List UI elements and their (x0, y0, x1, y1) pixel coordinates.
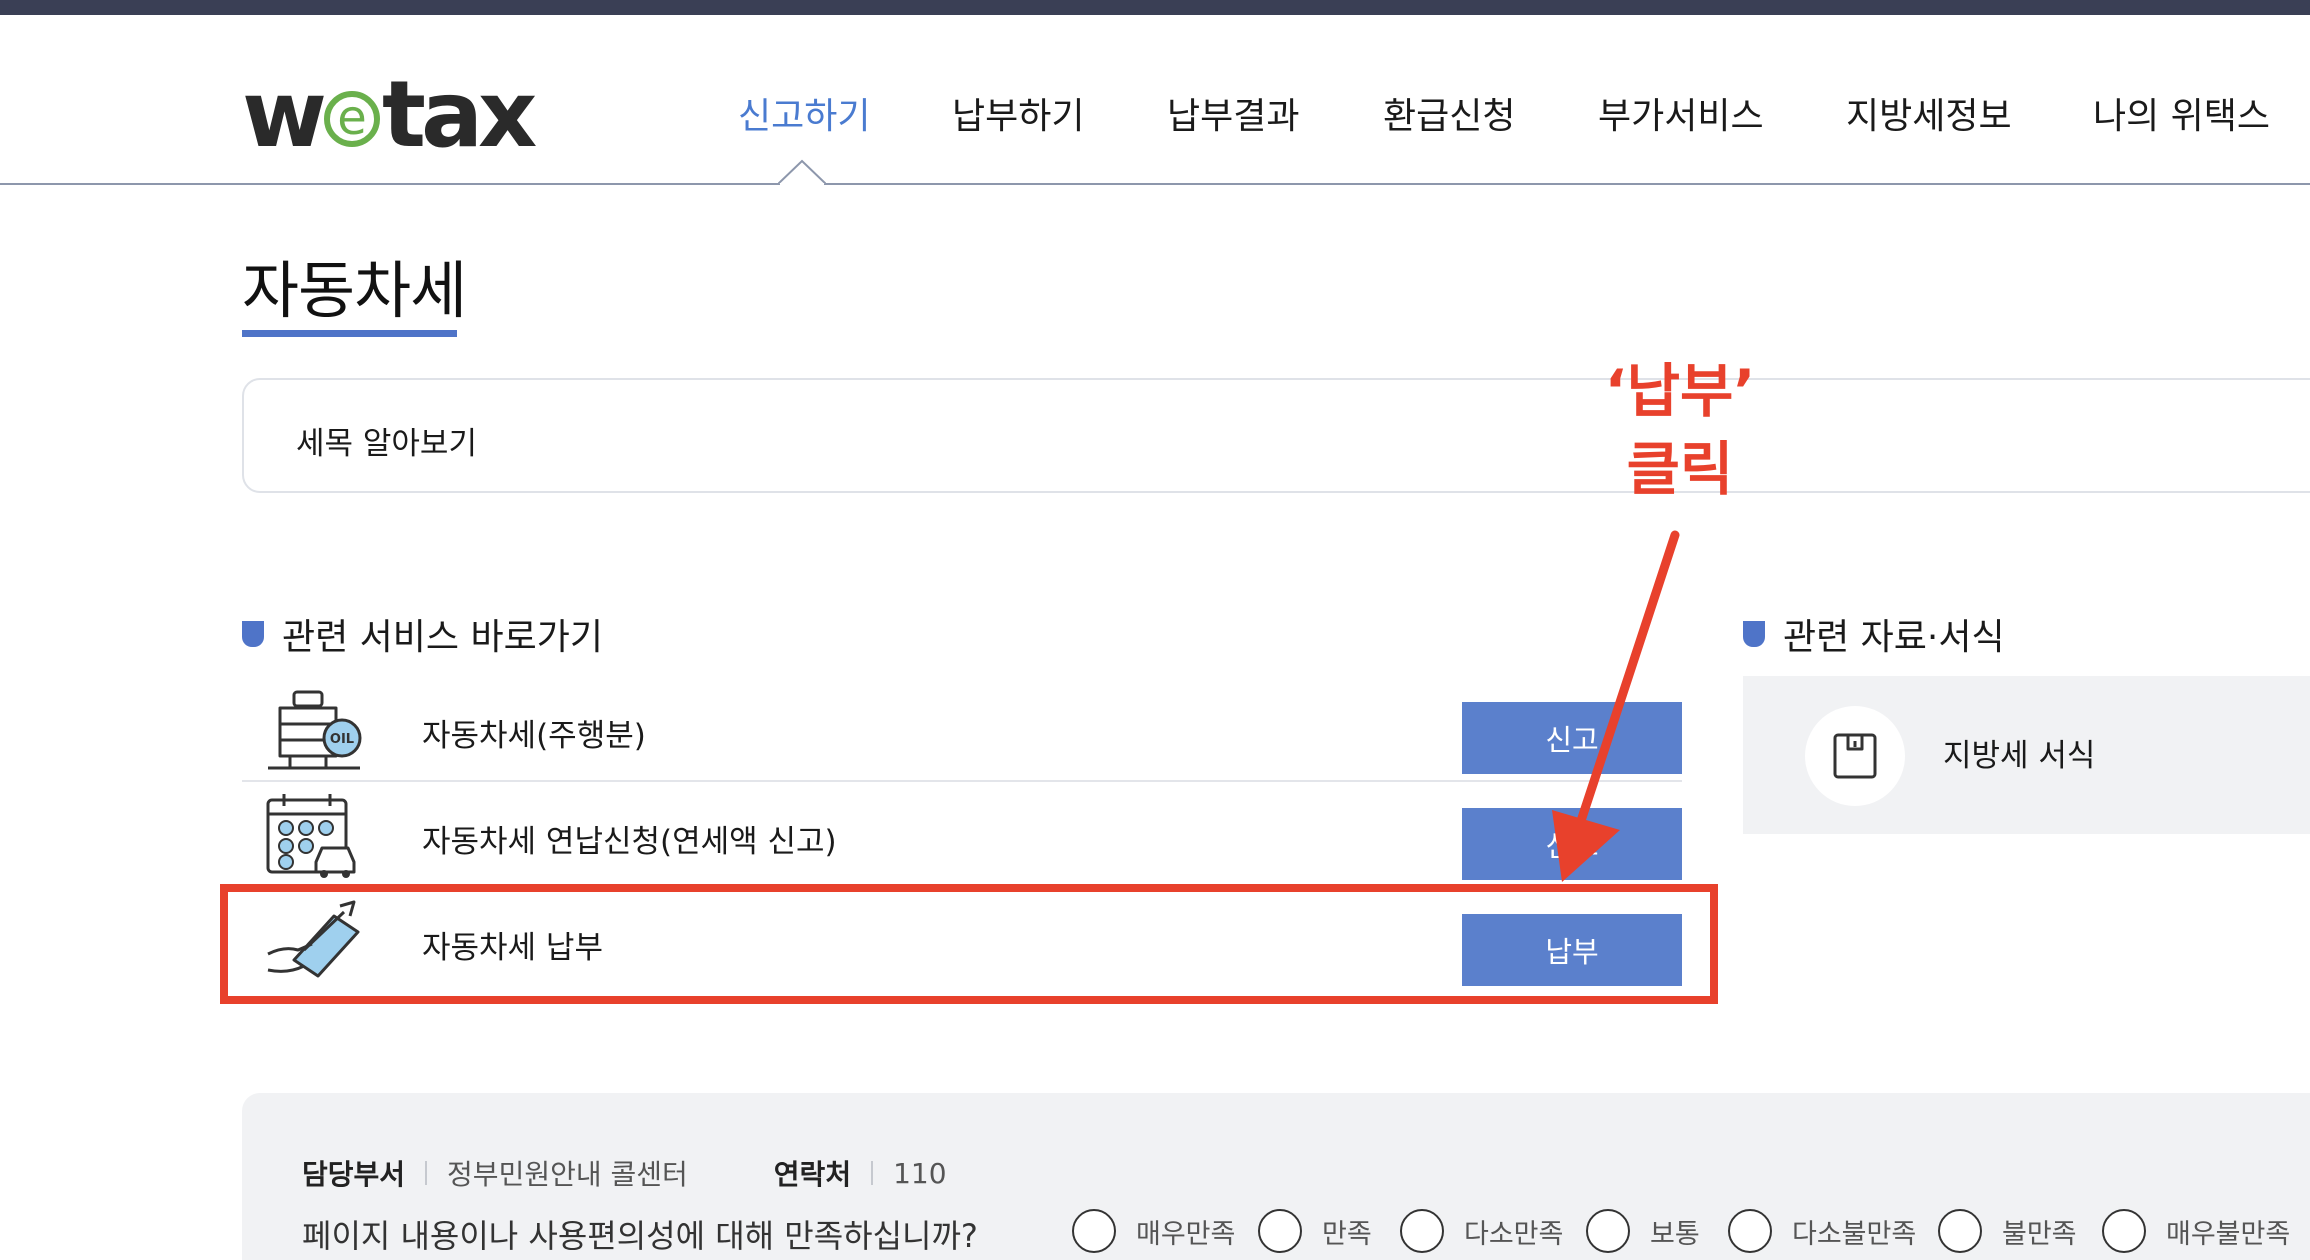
radio-button[interactable] (1728, 1209, 1772, 1253)
footer-separator (871, 1161, 874, 1185)
survey-option-satisfied[interactable]: 만족 (1258, 1209, 1372, 1253)
section-bullet-icon (1743, 621, 1765, 647)
survey-option-very-dissatisfied[interactable]: 매우불만족 (2102, 1209, 2290, 1253)
related-services-heading: 관련 서비스 바로가기 (242, 608, 603, 660)
tax-info-label: 세목 알아보기 (296, 426, 477, 462)
nav-item-report[interactable]: 신고하기 (738, 87, 870, 139)
service-label: 자동차세 연납신청(연세액 신고) (422, 824, 837, 860)
section-bullet-icon (242, 621, 264, 647)
service-row-mileage-tax: OIL 자동차세(주행분) 신고 (242, 676, 1682, 782)
radio-button[interactable] (1400, 1209, 1444, 1253)
survey-option-very-satisfied[interactable]: 매우만족 (1072, 1209, 1235, 1253)
annotation-line-1: ‘납부’ (1604, 357, 1756, 425)
page-footer: 담당부서 정부민원안내 콜센터 연락처 110 페이지 내용이나 사용편의성에 … (242, 1093, 2310, 1260)
survey-option-somewhat-dissatisfied[interactable]: 다소불만족 (1728, 1209, 1916, 1253)
annotation-callout: ‘납부’ 클릭 (1600, 352, 1760, 508)
calendar-car-icon (266, 794, 356, 878)
document-form-icon (1833, 733, 1877, 779)
wetax-logo[interactable]: w e tax (242, 61, 537, 168)
highlight-annotation-box (220, 884, 1718, 1004)
survey-option-neutral[interactable]: 보통 (1586, 1209, 1700, 1253)
radio-button[interactable] (1586, 1209, 1630, 1253)
oil-tank-icon: OIL (268, 690, 362, 770)
local-tax-forms-link[interactable]: 지방세 서식 (1743, 676, 2310, 834)
service-row-annual-prepayment: 자동차세 연납신청(연세액 신고) 신고 (242, 782, 1682, 888)
form-icon-circle (1805, 706, 1905, 806)
radio-button[interactable] (2102, 1209, 2146, 1253)
nav-item-refund[interactable]: 환급신청 (1383, 87, 1515, 139)
logo-e-circle: e (324, 91, 380, 147)
svg-text:OIL: OIL (330, 732, 354, 747)
title-underline (242, 330, 457, 337)
contact-value: 110 (893, 1156, 947, 1190)
header-divider (0, 183, 2310, 185)
footer-separator (425, 1161, 428, 1185)
annotation-line-2: 클릭 (1626, 435, 1734, 503)
service-label: 자동차세(주행분) (422, 718, 646, 754)
nav-item-my-wetax[interactable]: 나의 위택스 (2093, 87, 2270, 139)
page-title: 자동차세 (242, 254, 467, 327)
related-forms-title: 관련 자료·서식 (1783, 617, 2005, 658)
nav-item-pay[interactable]: 납부하기 (952, 87, 1084, 139)
nav-item-payment-result[interactable]: 납부결과 (1167, 87, 1299, 139)
survey-option-somewhat-satisfied[interactable]: 다소만족 (1400, 1209, 1563, 1253)
footer-contact-row: 담당부서 정부민원안내 콜센터 연락처 110 (302, 1153, 947, 1193)
related-forms-heading: 관련 자료·서식 (1743, 608, 2005, 660)
radio-button[interactable] (1258, 1209, 1302, 1253)
dept-label: 담당부서 (302, 1158, 406, 1191)
site-header: w e tax 신고하기 납부하기 납부결과 환급신청 부가서비스 지방세정보 … (0, 15, 2310, 185)
logo-text-w: w (242, 60, 327, 168)
radio-button[interactable] (1938, 1209, 1982, 1253)
tax-info-toggle[interactable]: 세목 알아보기 (242, 378, 2310, 493)
survey-option-dissatisfied[interactable]: 불만족 (1938, 1209, 2077, 1253)
nav-active-caret-icon (778, 159, 826, 185)
contact-label: 연락처 (773, 1158, 852, 1191)
nav-item-local-tax-info[interactable]: 지방세정보 (1846, 87, 2012, 139)
nav-item-extra-services[interactable]: 부가서비스 (1598, 87, 1764, 139)
top-bar (0, 0, 2310, 15)
radio-button[interactable] (1072, 1209, 1116, 1253)
local-tax-forms-label: 지방세 서식 (1943, 738, 2096, 774)
related-services-title: 관련 서비스 바로가기 (282, 617, 603, 658)
dept-value: 정부민원안내 콜센터 (447, 1158, 688, 1191)
survey-question: 페이지 내용이나 사용편의성에 대해 만족하십니까? (302, 1217, 978, 1255)
logo-text-tax: tax (382, 60, 537, 168)
annotation-arrow-icon (1552, 530, 1680, 882)
